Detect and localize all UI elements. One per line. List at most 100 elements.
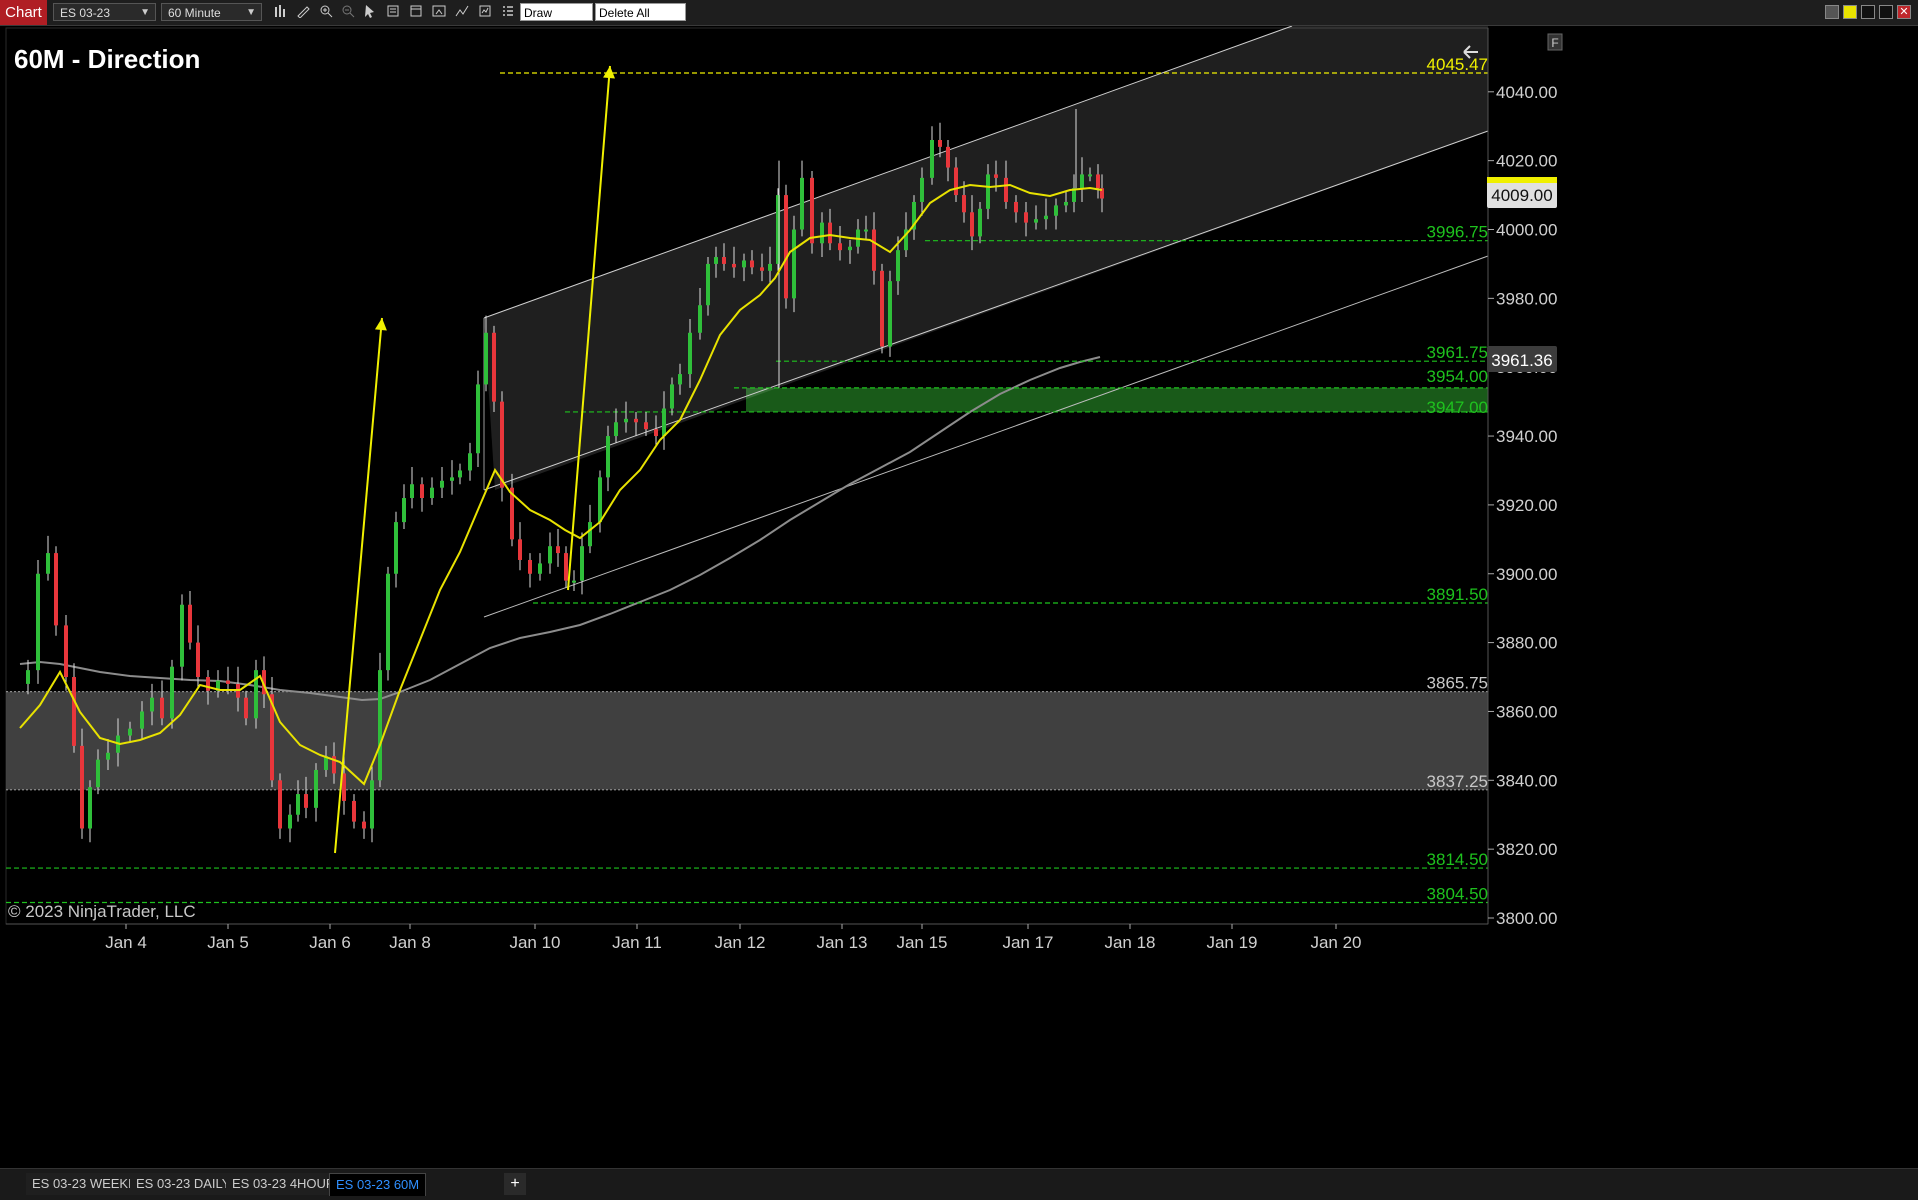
tab-60m[interactable]: ES 03-23 60M: [329, 1173, 427, 1196]
candle-down: [528, 559, 532, 574]
candle-down: [838, 243, 842, 251]
maximize-icon[interactable]: [1879, 5, 1893, 19]
level-label-3804.50: 3804.50: [1427, 885, 1488, 904]
level-label-3947.00: 3947.00: [1427, 398, 1488, 417]
price-chart[interactable]: 4045.47 3996.75 3961.75 3954.00 3947.00 3891.…: [0, 25, 1918, 1168]
tab-4hour[interactable]: ES 03-23 4HOUR: [226, 1173, 342, 1195]
candle-up: [606, 436, 610, 478]
candle-down: [160, 697, 164, 719]
candle-down: [732, 263, 736, 268]
close-icon[interactable]: ✕: [1897, 5, 1911, 19]
restore-icon[interactable]: [1861, 5, 1875, 19]
interval-select[interactable]: 60 Minute ▼: [161, 3, 262, 21]
y-tick-label: 3880.00: [1496, 634, 1557, 653]
templates-icon[interactable]: [430, 4, 448, 20]
candle-up: [848, 246, 852, 251]
candle-up: [1088, 174, 1092, 177]
chart-menu-label[interactable]: Chart: [0, 0, 47, 25]
candle-down: [54, 553, 58, 626]
tab-bar: ES 03-23 WEEKLY ES 03-23 DAILY ES 03-23 …: [0, 1168, 1918, 1200]
y-tick-label: 4000.00: [1496, 221, 1557, 240]
add-tab-button[interactable]: +: [504, 1173, 526, 1195]
data-box-glyph: [387, 5, 399, 17]
candle-down: [784, 195, 788, 299]
candle-down: [1004, 177, 1008, 202]
list-icon[interactable]: [499, 4, 517, 20]
list-glyph: [503, 6, 513, 16]
candle-down: [278, 780, 282, 829]
x-tick-label: Jan 15: [896, 933, 947, 952]
candle-up: [888, 281, 892, 347]
candle-up: [698, 305, 702, 333]
pin-icon[interactable]: [1843, 5, 1857, 19]
x-tick-label: Jan 12: [714, 933, 765, 952]
candle-up: [662, 408, 666, 437]
chart-title: 60M - Direction: [14, 44, 200, 74]
candle-up: [742, 260, 746, 268]
candle-up: [370, 780, 374, 829]
zoom-in-glyph: [320, 5, 333, 18]
draw-stoploss-button[interactable]: Draw StopLoss: [520, 3, 593, 38]
indicators-icon[interactable]: [453, 4, 471, 20]
candle-down: [352, 800, 356, 822]
zoom-out-icon[interactable]: [339, 4, 357, 20]
level-label-3814.50: 3814.50: [1427, 850, 1488, 869]
tab-daily[interactable]: ES 03-23 DAILY: [130, 1173, 237, 1195]
y-tick-label: 3920.00: [1496, 496, 1557, 515]
x-tick-label: Jan 5: [207, 933, 249, 952]
candle-down: [564, 553, 568, 581]
candle-up: [440, 480, 444, 488]
properties-icon[interactable]: [407, 4, 425, 20]
candle-up: [706, 263, 710, 306]
data-box-icon[interactable]: [384, 4, 402, 20]
level-label-4045.47: 4045.47: [1427, 55, 1488, 74]
candle-down: [872, 229, 876, 271]
candle-up: [1080, 174, 1084, 189]
y-tick-label: 4040.00: [1496, 83, 1557, 102]
candle-up: [468, 453, 472, 471]
candle-up: [484, 332, 488, 385]
toolbar: Chart ES 03-23 ▼ 60 Minute ▼ Draw StopLo…: [0, 0, 1918, 38]
candle-up: [106, 752, 110, 760]
pencil-icon[interactable]: [294, 4, 312, 20]
candle-up: [140, 711, 144, 729]
level-label-3865.75: 3865.75: [1427, 674, 1488, 693]
candle-up: [930, 139, 934, 178]
candle-up: [548, 546, 552, 564]
x-tick-label: Jan 8: [389, 933, 431, 952]
y-tick-label: 3940.00: [1496, 427, 1557, 446]
candle-up: [128, 728, 132, 736]
copyright-text: © 2023 NinjaTrader, LLC: [8, 902, 196, 921]
candle-down: [196, 642, 200, 678]
instrument-value: ES 03-23: [60, 6, 111, 20]
x-tick-label: Jan 13: [816, 933, 867, 952]
last-price-label: 4009.00: [1491, 186, 1552, 205]
delete-all-stoploss-button[interactable]: Delete All StopLoss: [595, 3, 686, 38]
candle-up: [296, 794, 300, 815]
zoom-in-icon[interactable]: [317, 4, 335, 20]
candle-up: [588, 522, 592, 547]
minimize-icon[interactable]: [1825, 5, 1839, 19]
x-tick-label: Jan 18: [1104, 933, 1155, 952]
strategies-icon[interactable]: [476, 4, 494, 20]
candle-up: [820, 222, 824, 244]
instrument-select[interactable]: ES 03-23 ▼: [53, 3, 156, 21]
y-tick-label: 3900.00: [1496, 565, 1557, 584]
candle-down: [634, 418, 638, 423]
cursor-price-label: 3961.36: [1491, 351, 1552, 370]
candle-up: [1034, 219, 1038, 223]
candle-up: [864, 229, 868, 232]
candle-down: [420, 484, 424, 499]
chevron-down-icon: ▼: [246, 7, 256, 18]
candle-up: [920, 177, 924, 202]
chart-area[interactable]: 4045.47 3996.75 3961.75 3954.00 3947.00 3891.…: [0, 25, 1918, 1168]
pointer-icon[interactable]: [361, 4, 379, 20]
candle-down: [304, 794, 308, 808]
candle-down: [938, 139, 942, 147]
candle-up: [150, 697, 154, 712]
level-label-3891.50: 3891.50: [1427, 585, 1488, 604]
candle-down: [810, 177, 814, 244]
candle-up: [386, 573, 390, 671]
bars-type-icon[interactable]: [272, 4, 290, 20]
candle-up: [46, 553, 50, 574]
